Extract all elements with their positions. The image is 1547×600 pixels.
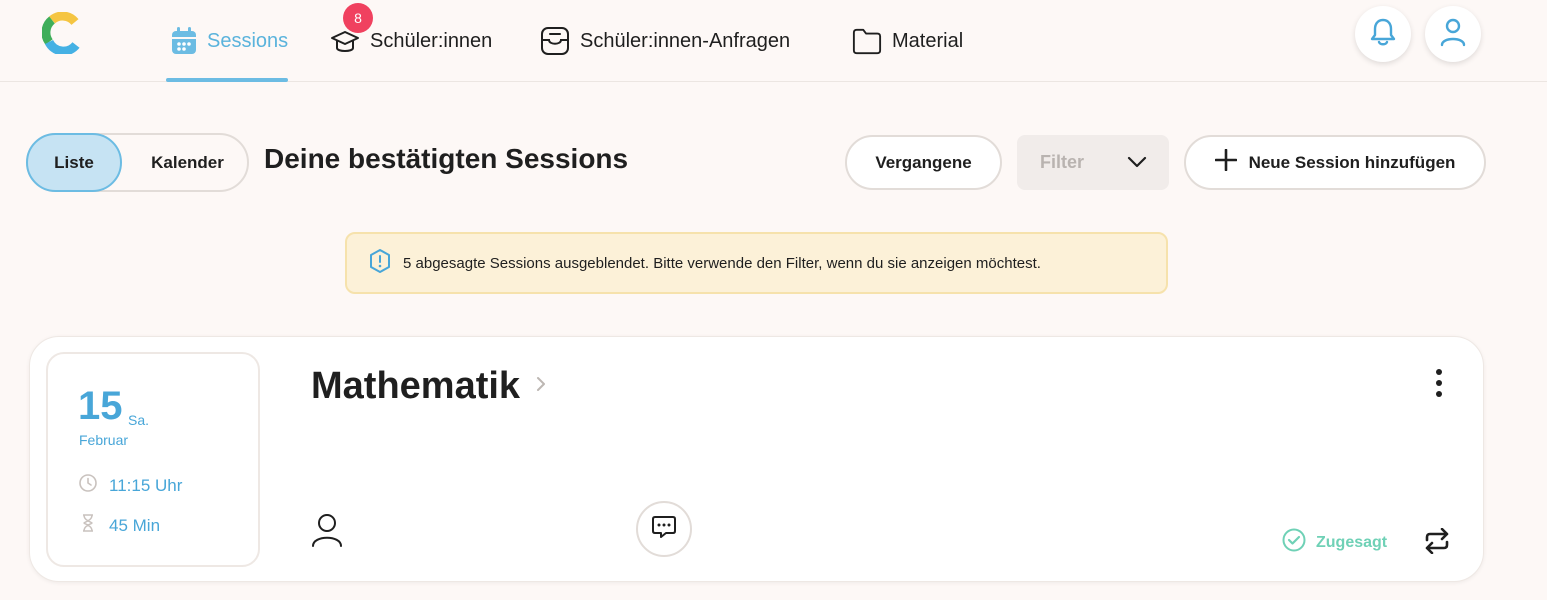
chat-button[interactable] [636, 501, 692, 557]
add-session-button[interactable]: Neue Session hinzufügen [1184, 135, 1486, 190]
session-time-row: 11:15 Uhr [79, 474, 182, 497]
session-duration-row: 45 Min [79, 514, 160, 537]
calendar-icon [171, 26, 197, 56]
chat-icon [651, 514, 677, 545]
swap-arrows-icon [1423, 527, 1451, 558]
check-circle-icon [1282, 528, 1306, 557]
nav-material[interactable]: Material [852, 0, 963, 82]
session-month: Februar [79, 432, 129, 448]
user-icon [1439, 17, 1467, 52]
profile-button[interactable] [1425, 6, 1481, 62]
view-list-option[interactable]: Liste [26, 133, 122, 192]
session-status-label: Zugesagt [1316, 533, 1388, 551]
notifications-button[interactable] [1355, 6, 1411, 62]
session-day: 15 [78, 384, 123, 428]
session-subject-link[interactable]: Mathematik [311, 365, 546, 408]
past-sessions-button[interactable]: Vergangene [845, 135, 1002, 190]
past-sessions-label: Vergangene [875, 152, 972, 172]
session-card[interactable]: 15 Sa. Februar 11:15 Uhr 45 Min Mathemat… [29, 336, 1484, 582]
banner-text: 5 abgesagte Sessions ausgeblendet. Bitte… [403, 254, 1041, 272]
session-status: Zugesagt [1282, 528, 1387, 557]
nav-material-label: Material [892, 29, 964, 52]
inbox-icon [540, 26, 570, 56]
student-person-icon [311, 513, 343, 552]
page-title: Deine bestätigten Sessions [264, 143, 629, 174]
view-calendar-option[interactable]: Kalender [124, 133, 251, 192]
nav-student-requests[interactable]: Schüler:innen-Anfragen [540, 0, 790, 82]
hidden-sessions-banner: 5 abgesagte Sessions ausgeblendet. Bitte… [345, 232, 1168, 294]
view-toggle: Liste Kalender [26, 133, 249, 192]
students-count-badge: 8 [343, 3, 373, 33]
nav-sessions-label: Sessions [207, 29, 289, 52]
session-time: 11:15 Uhr [109, 475, 183, 495]
folder-icon [852, 26, 882, 56]
clock-icon [79, 474, 97, 497]
nav-student-requests-label: Schüler:innen-Anfragen [580, 29, 791, 52]
nav-students[interactable]: Schüler:innen 8 [330, 0, 492, 82]
session-more-menu[interactable] [1424, 363, 1454, 403]
filter-placeholder: Filter [1040, 152, 1085, 172]
hourglass-icon [79, 514, 97, 537]
nav-students-label: Schüler:innen [370, 29, 493, 52]
filter-select[interactable]: Filter [1017, 135, 1169, 190]
bell-icon [1369, 17, 1397, 52]
plus-icon [1214, 148, 1237, 176]
chevron-right-icon [536, 375, 546, 398]
nav-sessions[interactable]: Sessions [166, 0, 288, 82]
add-session-label: Neue Session hinzufügen [1248, 152, 1456, 172]
info-shield-icon [369, 249, 391, 277]
app-logo[interactable] [41, 11, 84, 56]
session-duration: 45 Min [109, 515, 161, 535]
session-date-box: 15 Sa. Februar 11:15 Uhr 45 Min [46, 352, 260, 567]
chevron-down-icon [1127, 152, 1147, 173]
session-subject: Mathematik [311, 365, 521, 407]
session-weekday: Sa. [128, 412, 150, 428]
reschedule-button[interactable] [1423, 527, 1451, 559]
top-navigation: Sessions Schüler:innen 8 Schüler:innen-A… [0, 0, 1547, 82]
